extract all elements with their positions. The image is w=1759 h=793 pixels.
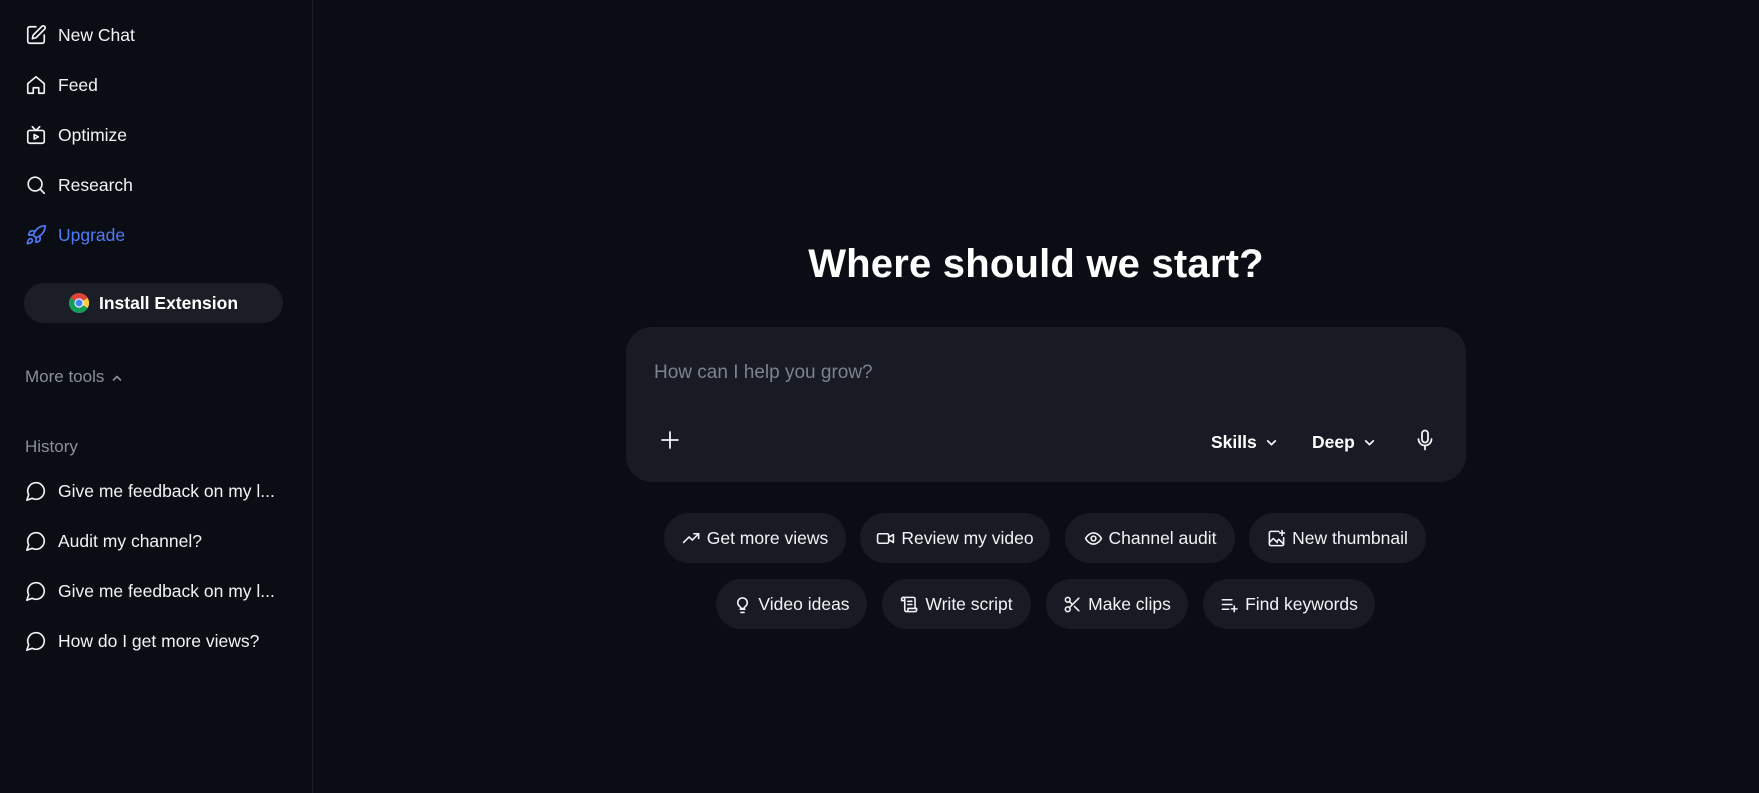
chip-write-script[interactable]: Write script: [882, 579, 1031, 629]
chat-bubble-icon: [25, 480, 47, 502]
history-item[interactable]: Audit my channel?: [25, 527, 285, 555]
new-chat-icon: [25, 24, 47, 46]
history-item-label: Audit my channel?: [58, 530, 202, 551]
chip-make-clips[interactable]: Make clips: [1046, 579, 1188, 629]
composer: Skills Deep: [626, 327, 1466, 482]
eye-icon: [1084, 529, 1103, 548]
chip-label: Channel audit: [1108, 527, 1217, 548]
history-item-label: Give me feedback on my l...: [58, 580, 275, 601]
rocket-icon: [25, 224, 47, 246]
nav-new-chat[interactable]: New Chat: [25, 20, 135, 50]
nav-upgrade[interactable]: Upgrade: [25, 220, 125, 250]
scissors-icon: [1063, 595, 1082, 614]
attach-button[interactable]: [654, 426, 686, 458]
chevron-down-icon: [1265, 436, 1278, 449]
chip-review-my-video[interactable]: Review my video: [860, 513, 1050, 563]
history-title: History: [25, 437, 78, 456]
scroll-icon: [900, 595, 919, 614]
microphone-icon: [1413, 428, 1437, 457]
chrome-icon: [68, 293, 89, 313]
sidebar: New Chat Feed Optimize Research Upgrade …: [0, 0, 313, 793]
list-plus-icon: [1220, 595, 1239, 614]
plus-icon: [658, 428, 682, 457]
history-item[interactable]: How do I get more views?: [25, 627, 285, 655]
nav-research[interactable]: Research: [25, 170, 133, 200]
skills-dropdown[interactable]: Skills: [1211, 428, 1278, 456]
chat-bubble-icon: [25, 630, 47, 652]
chat-bubble-icon: [25, 530, 47, 552]
skills-label: Skills: [1211, 431, 1257, 452]
image-sparkle-icon: [1267, 529, 1286, 548]
install-extension-button[interactable]: Install Extension: [24, 283, 283, 323]
page-title: Where should we start?: [808, 242, 1264, 286]
nav-optimize[interactable]: Optimize: [25, 120, 127, 150]
lightbulb-icon: [733, 595, 752, 614]
chip-label: Video ideas: [758, 593, 850, 614]
more-tools-toggle[interactable]: More tools: [25, 367, 123, 387]
more-tools-label: More tools: [25, 367, 105, 386]
chip-label: Review my video: [901, 527, 1034, 548]
chip-channel-audit[interactable]: Channel audit: [1065, 513, 1235, 563]
chip-new-thumbnail[interactable]: New thumbnail: [1249, 513, 1426, 563]
nav-upgrade-label: Upgrade: [58, 224, 126, 245]
nav-new-chat-label: New Chat: [58, 24, 135, 45]
prompt-input[interactable]: [654, 357, 1434, 389]
chevron-down-icon: [1363, 436, 1376, 449]
nav-optimize-label: Optimize: [58, 124, 128, 145]
nav-feed[interactable]: Feed: [25, 70, 98, 100]
video-camera-icon: [876, 529, 895, 548]
history-item[interactable]: Give me feedback on my l...: [25, 577, 285, 605]
chevron-up-icon: [111, 371, 123, 383]
chip-find-keywords[interactable]: Find keywords: [1203, 579, 1375, 629]
chip-label: Write script: [925, 593, 1013, 614]
optimize-icon: [25, 124, 47, 146]
trending-up-icon: [682, 529, 701, 548]
history-item-label: How do I get more views?: [58, 630, 260, 651]
nav-research-label: Research: [58, 174, 133, 195]
chip-label: Get more views: [706, 527, 829, 548]
home-icon: [25, 74, 47, 96]
history-item-label: Give me feedback on my l...: [58, 480, 275, 501]
chip-video-ideas[interactable]: Video ideas: [716, 579, 867, 629]
mode-label: Deep: [1312, 431, 1355, 452]
chip-label: Find keywords: [1245, 593, 1358, 614]
chip-get-more-views[interactable]: Get more views: [664, 513, 846, 563]
voice-input-button[interactable]: [1409, 426, 1441, 458]
history-item[interactable]: Give me feedback on my l...: [25, 477, 285, 505]
search-icon: [25, 174, 47, 196]
install-extension-label: Install Extension: [98, 292, 239, 313]
chat-bubble-icon: [25, 580, 47, 602]
chip-label: New thumbnail: [1292, 527, 1408, 548]
chip-label: Make clips: [1088, 593, 1171, 614]
nav-feed-label: Feed: [58, 74, 98, 95]
mode-dropdown[interactable]: Deep: [1312, 428, 1376, 456]
